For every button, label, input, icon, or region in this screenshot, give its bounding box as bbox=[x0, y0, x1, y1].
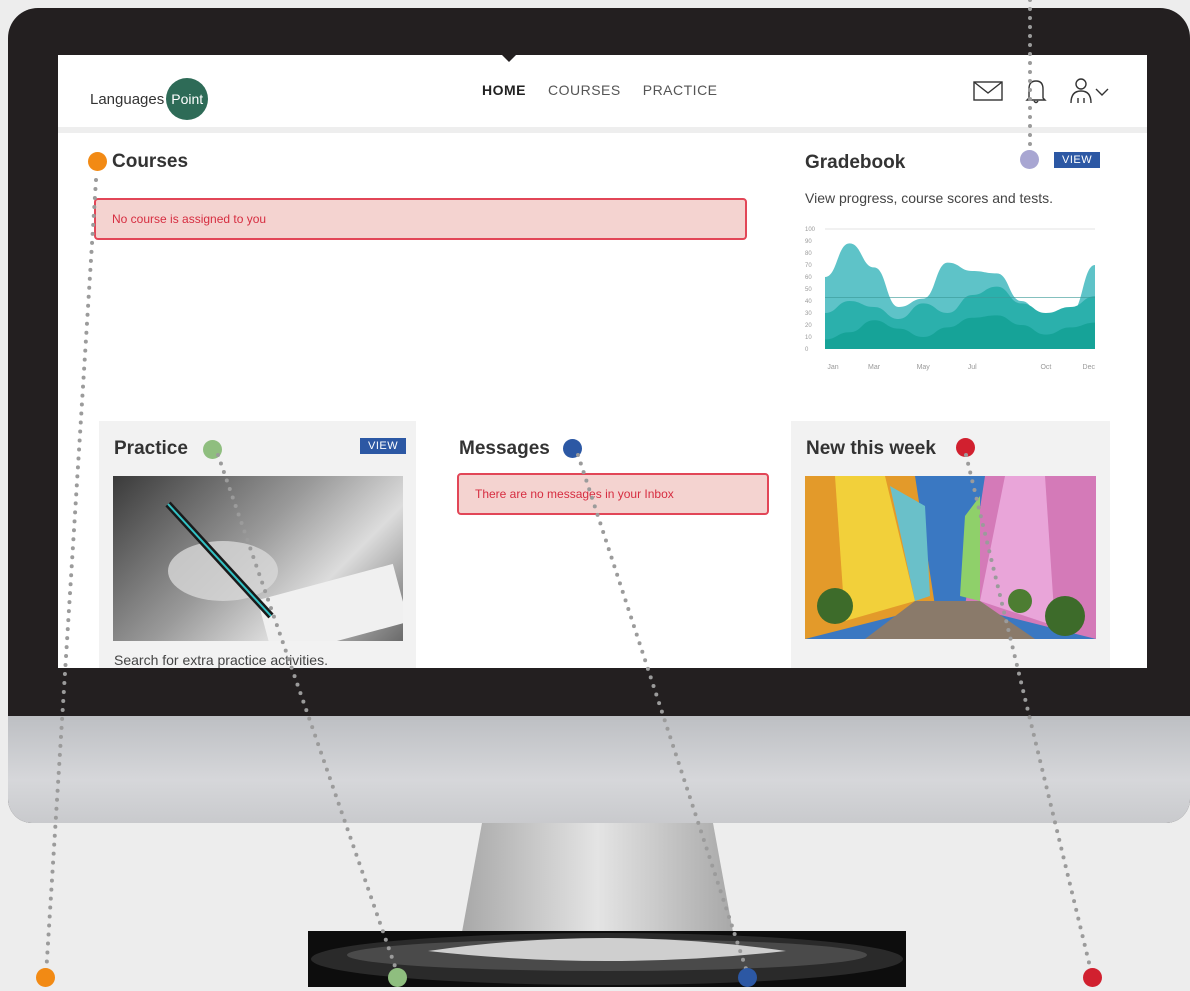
callout-lines bbox=[44, 0, 1094, 977]
practice-callout-dot bbox=[388, 968, 407, 987]
messages-callout-dot bbox=[738, 968, 757, 987]
new-this-week-callout-dot bbox=[1083, 968, 1102, 987]
courses-callout-dot bbox=[36, 968, 55, 987]
